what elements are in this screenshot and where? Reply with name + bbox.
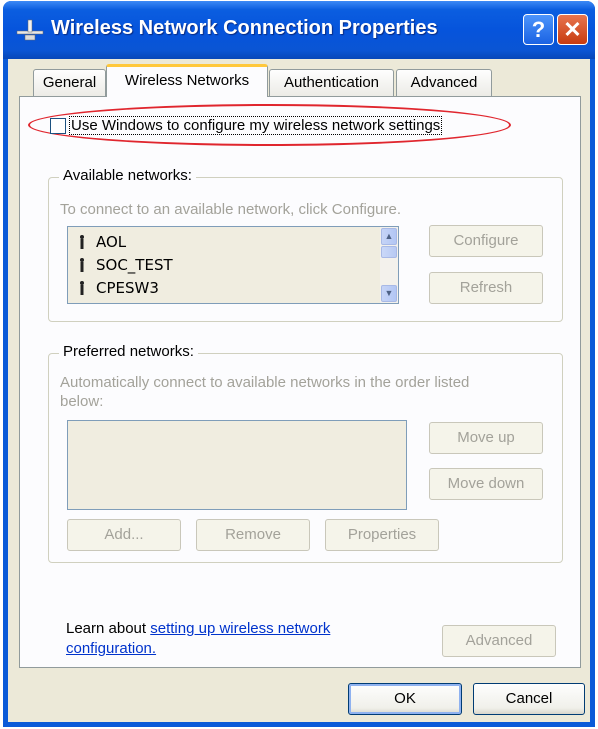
close-icon: ✕ bbox=[563, 17, 582, 42]
learn-about-text: Learn about setting up wireless network … bbox=[66, 619, 386, 659]
properties-window: Wireless Network Connection Properties ?… bbox=[3, 1, 595, 727]
chevron-down-icon: ▼ bbox=[384, 288, 394, 298]
use-windows-label[interactable]: Use Windows to configure my wireless net… bbox=[69, 116, 443, 135]
move-up-button[interactable]: Move up bbox=[429, 422, 543, 454]
title-bar[interactable]: Wireless Network Connection Properties ?… bbox=[3, 1, 595, 59]
preferred-networks-legend: Preferred networks: bbox=[59, 343, 198, 360]
wireless-networks-panel: Use Windows to configure my wireless net… bbox=[19, 96, 581, 668]
remove-button[interactable]: Remove bbox=[196, 519, 310, 551]
refresh-button[interactable]: Refresh bbox=[429, 272, 543, 304]
setup-help-link-cont[interactable]: configuration. bbox=[66, 640, 156, 657]
scroll-thumb[interactable] bbox=[381, 246, 397, 258]
network-name: CPESW3 bbox=[96, 279, 159, 297]
preferred-instruction-line2: below: bbox=[60, 393, 104, 410]
preferred-instruction-line1: Automatically connect to available netwo… bbox=[60, 374, 470, 391]
properties-button[interactable]: Properties bbox=[325, 519, 439, 551]
help-button[interactable]: ? bbox=[523, 14, 554, 45]
antenna-icon bbox=[80, 281, 84, 295]
scroll-down-button[interactable]: ▼ bbox=[381, 285, 397, 302]
antenna-icon bbox=[80, 235, 84, 249]
antenna-icon bbox=[80, 258, 84, 272]
configure-button[interactable]: Configure bbox=[429, 225, 543, 257]
available-instruction: To connect to an available network, clic… bbox=[60, 201, 402, 218]
preferred-networks-group: Preferred networks: Automatically connec… bbox=[48, 343, 563, 563]
preferred-networks-list[interactable] bbox=[67, 420, 407, 510]
list-item[interactable]: SOC_TEST bbox=[78, 256, 173, 274]
scroll-up-button[interactable]: ▲ bbox=[381, 228, 397, 245]
list-item[interactable]: AOL bbox=[78, 233, 126, 251]
move-down-button[interactable]: Move down bbox=[429, 468, 543, 500]
available-networks-group: Available networks: To connect to an ava… bbox=[48, 167, 563, 322]
chevron-up-icon: ▲ bbox=[384, 231, 394, 241]
tab-wireless-networks[interactable]: Wireless Networks bbox=[106, 64, 268, 97]
window-title: Wireless Network Connection Properties bbox=[51, 17, 438, 39]
close-button[interactable]: ✕ bbox=[557, 14, 588, 45]
dialog-client-area: General Wireless Networks Authentication… bbox=[8, 59, 590, 722]
setup-help-link[interactable]: setting up wireless network bbox=[150, 620, 330, 637]
available-networks-list[interactable]: AOL SOC_TEST CPESW3 ▲ ▼ bbox=[67, 226, 399, 304]
network-connection-icon bbox=[16, 19, 44, 41]
network-name: SOC_TEST bbox=[96, 256, 173, 274]
add-button[interactable]: Add... bbox=[67, 519, 181, 551]
use-windows-checkbox[interactable] bbox=[50, 117, 66, 134]
tab-advanced[interactable]: Advanced bbox=[396, 69, 492, 96]
learn-prefix: Learn about bbox=[66, 620, 151, 637]
network-list-scrollbar[interactable]: ▲ ▼ bbox=[380, 227, 398, 303]
ok-button[interactable]: OK bbox=[348, 683, 462, 715]
network-name: AOL bbox=[96, 233, 127, 251]
available-networks-legend: Available networks: bbox=[59, 167, 196, 184]
list-item[interactable]: CPESW3 bbox=[78, 279, 159, 297]
use-windows-row[interactable]: Use Windows to configure my wireless net… bbox=[50, 116, 443, 135]
advanced-button[interactable]: Advanced bbox=[442, 625, 556, 657]
cancel-button[interactable]: Cancel bbox=[473, 683, 585, 715]
tab-general[interactable]: General bbox=[33, 69, 106, 96]
tab-authentication[interactable]: Authentication bbox=[269, 69, 394, 96]
